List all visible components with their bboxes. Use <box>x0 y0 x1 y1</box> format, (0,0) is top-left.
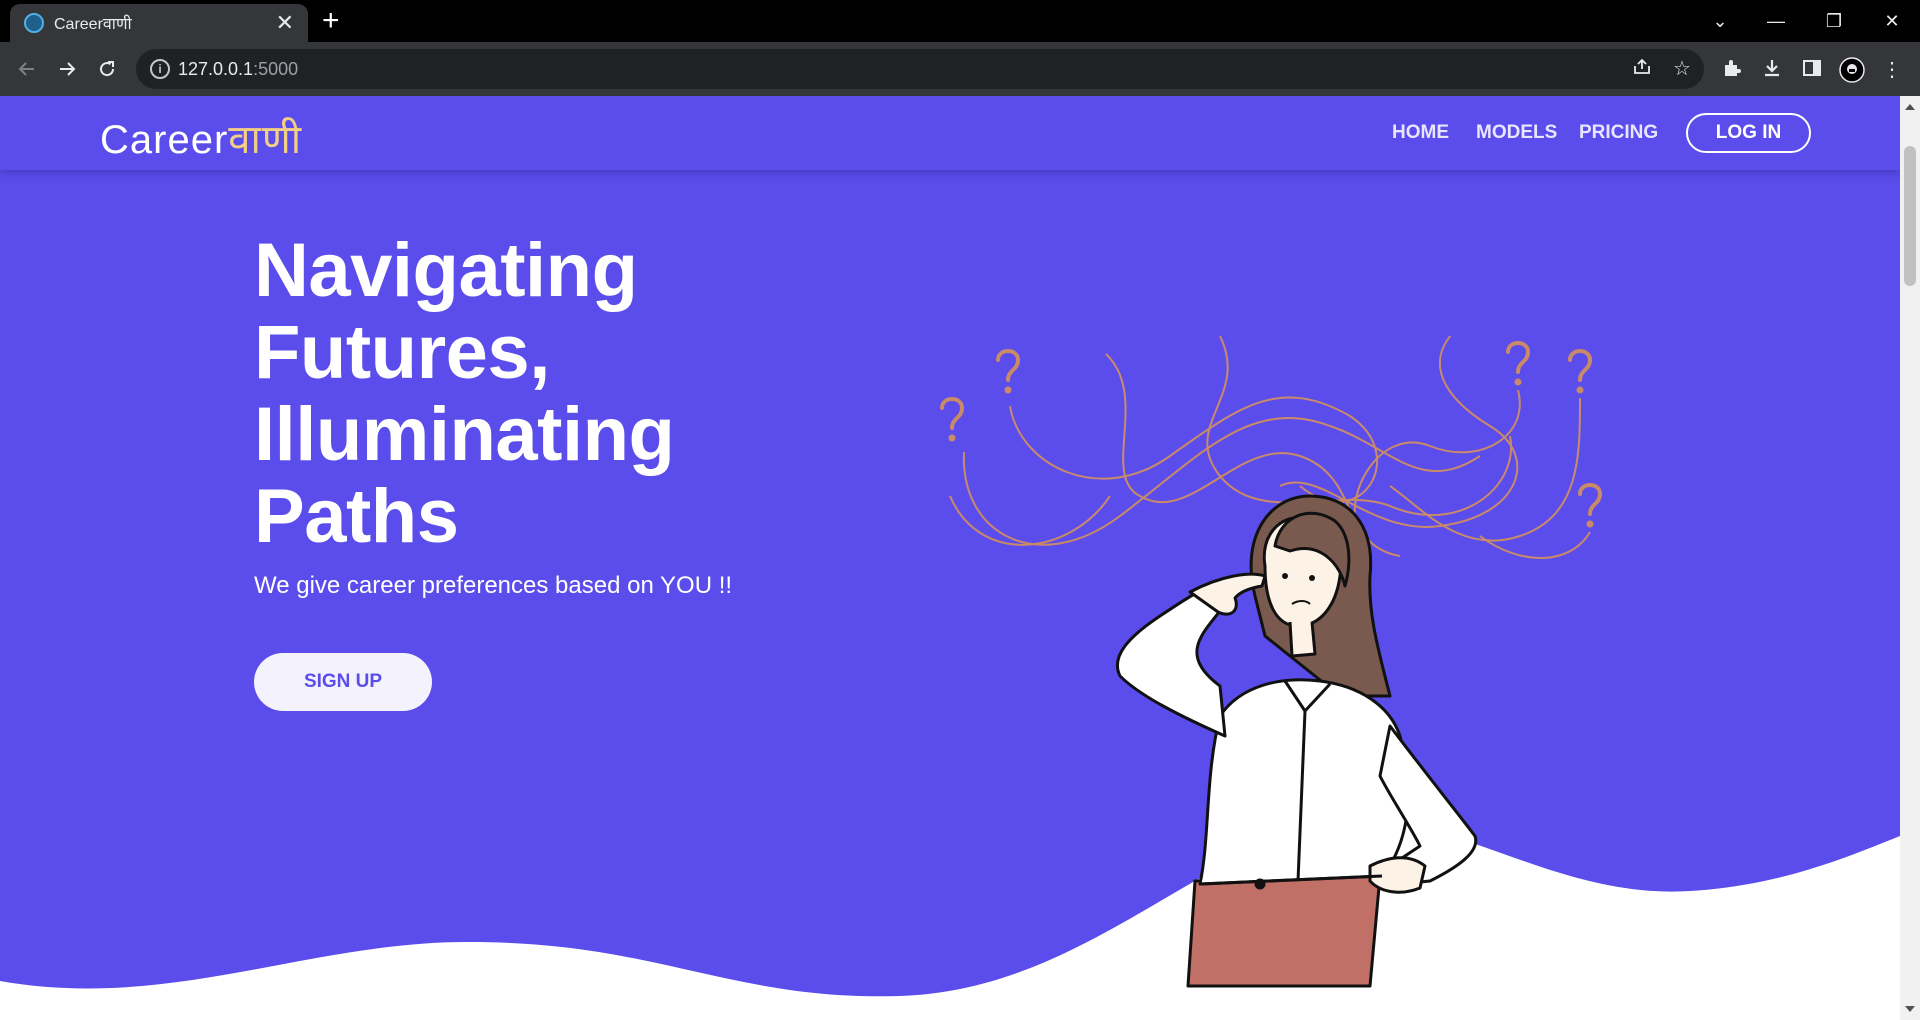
hero-title-line: Paths <box>254 474 459 559</box>
star-icon[interactable]: ☆ <box>1670 57 1694 81</box>
tab-search-icon[interactable]: ⌄ <box>1692 0 1748 42</box>
menu-icon[interactable]: ⋮ <box>1879 57 1905 83</box>
side-panel-icon[interactable] <box>1799 57 1825 83</box>
page-viewport: Careerवाणी HOME MODELS PRICING LOG IN Na… <box>0 96 1900 1020</box>
browser-tab[interactable]: Careerवाणी ✕ <box>10 4 308 42</box>
nav-models-link[interactable]: MODELS <box>1476 122 1557 144</box>
hero-title-line: Navigating <box>254 228 638 313</box>
woman-figure <box>1115 494 1478 988</box>
nav-pricing-link[interactable]: PRICING <box>1579 122 1658 144</box>
scroll-up-icon[interactable] <box>1905 104 1915 110</box>
page-scrollbar[interactable] <box>1900 96 1920 1020</box>
new-tab-button[interactable]: + <box>322 6 340 36</box>
download-icon[interactable] <box>1759 57 1785 83</box>
tab-close-icon[interactable]: ✕ <box>276 12 294 34</box>
login-button[interactable]: LOG IN <box>1686 113 1811 153</box>
tab-title: Careerवाणी <box>54 16 132 33</box>
site-favicon-icon <box>24 13 44 33</box>
site-header: Careerवाणी HOME MODELS PRICING LOG IN <box>0 96 1900 170</box>
signup-button[interactable]: SIGN UP <box>254 653 432 711</box>
hero-subtitle: We give career preferences based on YOU … <box>254 572 733 599</box>
info-icon[interactable]: i <box>150 59 170 79</box>
browser-titlebar: Careerवाणी ✕ + ⌄ — ❐ ✕ <box>0 0 1920 42</box>
question-marks <box>940 341 1603 528</box>
thinking-woman-illustration <box>940 336 1603 988</box>
profile-icon[interactable] <box>1839 57 1865 83</box>
restore-button[interactable]: ❐ <box>1806 0 1862 42</box>
back-icon[interactable] <box>13 55 41 83</box>
site-logo[interactable]: Careerवाणी <box>100 110 302 165</box>
hero-title: Navigating Futures, Illuminating Paths <box>254 228 675 559</box>
url-text: 127.0.0.1:5000 <box>178 59 299 79</box>
close-window-button[interactable]: ✕ <box>1864 0 1920 42</box>
forward-icon[interactable] <box>53 55 81 83</box>
reload-icon[interactable] <box>93 55 121 83</box>
scroll-down-icon[interactable] <box>1905 1006 1915 1012</box>
hero-title-line: Futures, <box>254 310 550 395</box>
browser-toolbar: i 127.0.0.1:5000 ☆ ⋮ <box>0 42 1920 96</box>
minimize-button[interactable]: — <box>1748 0 1804 42</box>
share-icon[interactable] <box>1630 57 1654 81</box>
nav-home-link[interactable]: HOME <box>1392 122 1449 144</box>
scrollbar-thumb[interactable] <box>1904 146 1916 286</box>
address-bar[interactable]: i 127.0.0.1:5000 ☆ <box>136 49 1704 89</box>
extensions-icon[interactable] <box>1719 57 1745 83</box>
hero-title-line: Illuminating <box>254 392 675 477</box>
